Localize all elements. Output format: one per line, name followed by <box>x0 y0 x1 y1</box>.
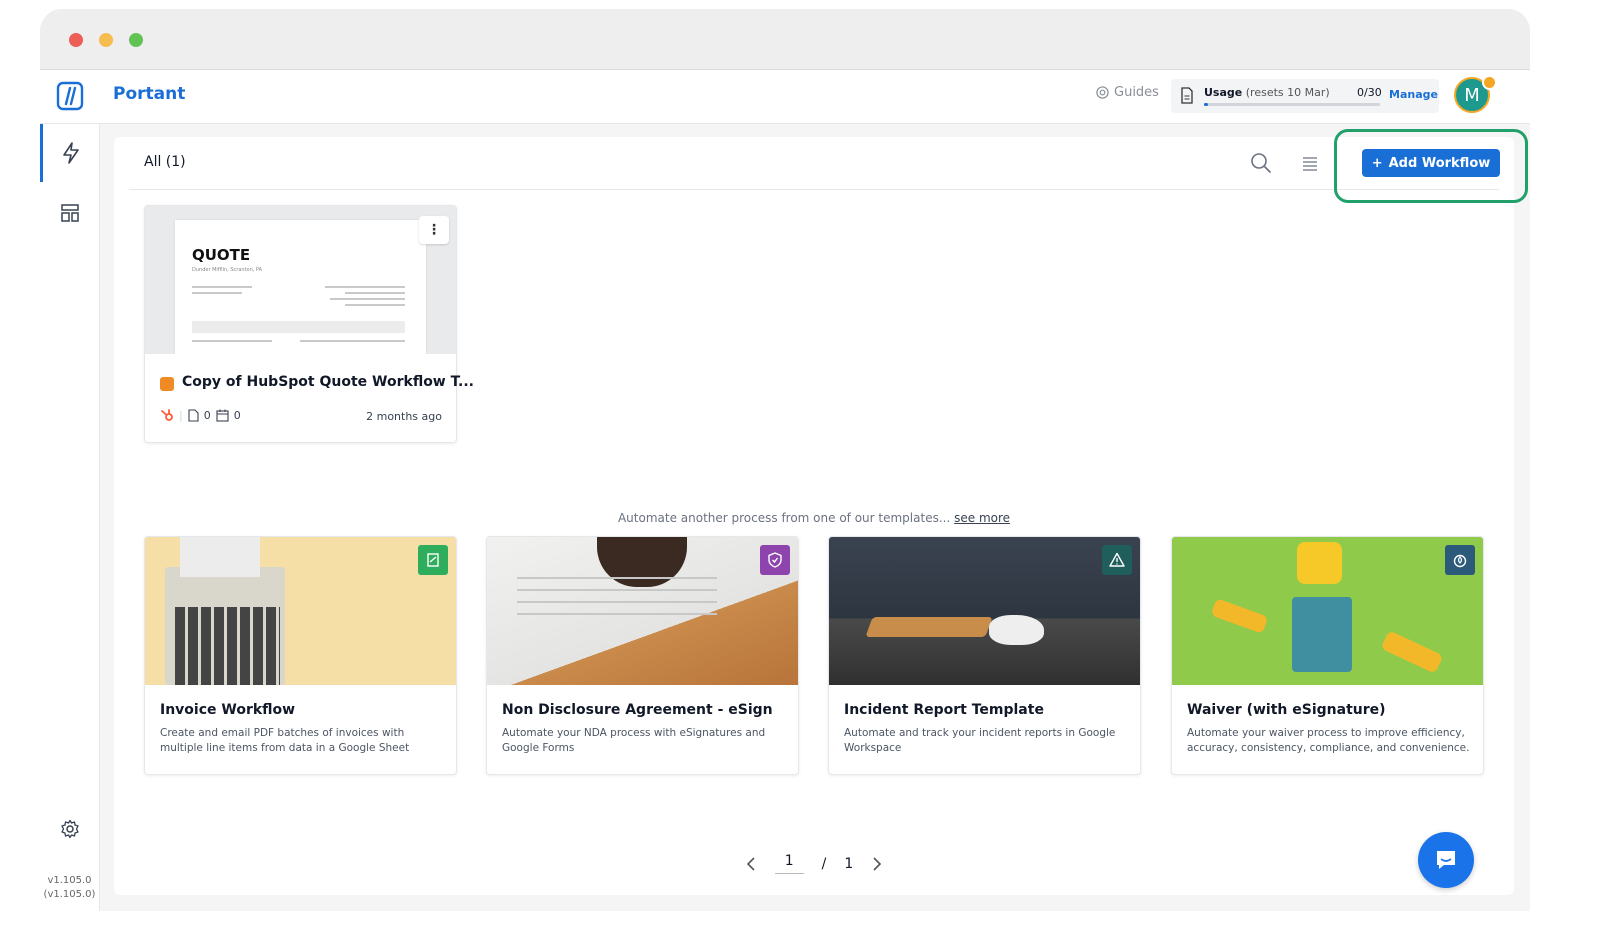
shield-icon <box>760 545 790 575</box>
preview-subtitle: Dunder Mifflin, Scranton, PA <box>192 267 263 273</box>
templates-caption: Automate another process from one of our… <box>114 511 1514 525</box>
template-title: Waiver (with eSignature) <box>1187 702 1386 718</box>
notification-dot <box>1482 75 1497 90</box>
usage-title: Usage <box>1204 86 1243 99</box>
warning-icon <box>1102 545 1132 575</box>
chat-button[interactable] <box>1418 832 1474 888</box>
template-image <box>145 537 456 685</box>
template-description: Automate your NDA process with eSignatur… <box>502 727 766 754</box>
workflow-updated: 2 months ago <box>366 410 442 423</box>
top-bar: Portant Guides Usage (resets 10 Mar) 0/3… <box>40 70 1530 124</box>
manage-link[interactable]: Manage <box>1389 88 1438 101</box>
workflow-type-icon <box>160 377 174 391</box>
sidebar: v1.105.0 (v1.105.0) <box>40 124 100 911</box>
version-info: v1.105.0 (v1.105.0) <box>40 874 99 902</box>
sidebar-item-settings[interactable] <box>40 800 99 858</box>
template-card-incident[interactable]: Incident Report Template Automate and tr… <box>828 536 1141 775</box>
sidebar-item-workflows[interactable] <box>40 124 99 182</box>
workflow-thumbnail: QUOTE Dunder Mifflin, Scranton, PA ⋮ <box>145 206 456 354</box>
close-window-button[interactable] <box>69 33 83 47</box>
template-image <box>1172 537 1483 685</box>
fire-icon <box>1445 545 1475 575</box>
usage-widget: Usage (resets 10 Mar) 0/30 Manage <box>1171 79 1439 113</box>
pagination: 1 / 1 <box>114 853 1514 874</box>
template-card-invoice[interactable]: Invoice Workflow Create and email PDF ba… <box>144 536 457 775</box>
template-title: Invoice Workflow <box>160 702 296 718</box>
total-pages: 1 <box>844 855 854 872</box>
document-icon <box>1181 87 1193 104</box>
toolbar: All (1) + Add Workflow <box>129 129 1528 203</box>
hubspot-icon <box>161 409 173 421</box>
schedules-count: 0 <box>233 408 241 422</box>
template-title: Non Disclosure Agreement - eSign <box>502 702 773 718</box>
document-icon <box>188 408 199 422</box>
list-view-icon[interactable] <box>1302 155 1318 171</box>
lifebuoy-icon <box>1096 86 1109 99</box>
usage-count: 0/30 <box>1357 86 1382 99</box>
template-description: Automate and track your incident reports… <box>844 727 1116 754</box>
template-description: Create and email PDF batches of invoices… <box>160 727 410 754</box>
version-label: v1.105.0 <box>47 875 92 886</box>
workflow-meta: | 0 0 <box>160 408 241 422</box>
more-options-icon[interactable]: ⋮ <box>419 216 449 244</box>
template-image <box>487 537 798 685</box>
usage-reset: (resets 10 Mar) <box>1245 86 1330 99</box>
usage-progress-bar <box>1204 103 1380 106</box>
search-icon[interactable] <box>1250 152 1272 174</box>
workflow-card[interactable]: QUOTE Dunder Mifflin, Scranton, PA ⋮ Cop… <box>144 205 474 443</box>
template-card-waiver[interactable]: Waiver (with eSignature) Automate your w… <box>1171 536 1484 775</box>
template-image <box>829 537 1140 685</box>
gear-icon <box>60 819 79 839</box>
current-page[interactable]: 1 <box>774 853 804 874</box>
template-card-nda[interactable]: Non Disclosure Agreement - eSign Automat… <box>486 536 799 775</box>
title-bar <box>40 9 1530 70</box>
sidebar-item-templates[interactable] <box>40 184 99 242</box>
usage-label: Usage (resets 10 Mar) <box>1204 86 1330 99</box>
workflow-title[interactable]: Copy of HubSpot Quote Workflow T... <box>182 374 474 390</box>
tab-all[interactable]: All (1) <box>144 154 186 170</box>
document-preview: QUOTE Dunder Mifflin, Scranton, PA <box>175 220 426 354</box>
main-panel: All (1) + Add Workflow QUOTE Dunder Miff… <box>114 129 1528 895</box>
calendar-icon <box>216 409 229 422</box>
chevron-right-icon[interactable] <box>871 856 883 872</box>
portant-logo-icon[interactable] <box>54 80 86 112</box>
see-more-link[interactable]: see more <box>954 511 1010 525</box>
brand-name: Portant <box>113 84 186 104</box>
app-window: Portant Guides Usage (resets 10 Mar) 0/3… <box>40 9 1530 911</box>
preview-title: QUOTE <box>192 246 251 264</box>
lightning-icon <box>63 142 79 164</box>
guides-label: Guides <box>1114 85 1159 100</box>
guides-link[interactable]: Guides <box>1096 85 1159 100</box>
template-description: Automate your waiver process to improve … <box>1187 727 1470 754</box>
highlight-box <box>1334 129 1528 203</box>
minimize-window-button[interactable] <box>99 33 113 47</box>
templates-caption-text: Automate another process from one of our… <box>617 511 951 525</box>
chat-icon <box>1437 851 1455 869</box>
version-sub-label: (v1.105.0) <box>43 889 96 900</box>
documents-count: 0 <box>203 408 211 422</box>
chevron-left-icon[interactable] <box>745 856 757 872</box>
receipt-icon <box>418 545 448 575</box>
maximize-window-button[interactable] <box>129 33 143 47</box>
template-title: Incident Report Template <box>844 702 1044 718</box>
page-separator: / <box>821 855 827 872</box>
layout-icon <box>60 204 79 222</box>
